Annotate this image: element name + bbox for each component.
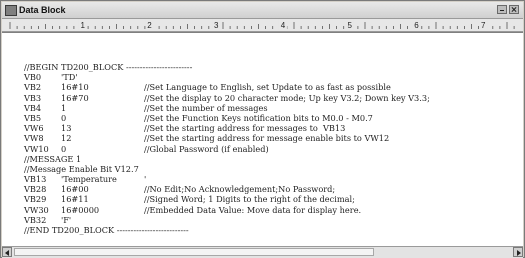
ruler-label: 2 — [147, 21, 152, 30]
code-address: VB32 — [24, 214, 47, 225]
code-address: VB5 — [24, 112, 42, 123]
code-value: 16#00 — [61, 184, 89, 195]
code-value: 13 — [61, 123, 72, 134]
code-value: 16#10 — [61, 82, 89, 93]
code-comment: //Signed Word; 1 Digits to the right of … — [144, 194, 355, 205]
scroll-right-arrow-icon[interactable] — [513, 247, 523, 257]
code-value: 16#0000 — [61, 204, 100, 215]
ruler-label: 3 — [214, 21, 219, 30]
code-comment: //Global Password (if enabled) — [144, 143, 269, 154]
code-value: 0 — [61, 112, 67, 123]
window-title: Data Block — [19, 5, 66, 15]
column-ruler: 1 2 3 4 5 6 7 — [2, 19, 523, 32]
code-comment-text: //MESSAGE 1 — [24, 153, 82, 164]
code-address: VB0 — [24, 72, 42, 83]
code-value: 'F' — [61, 214, 72, 225]
code-comment-text: //END TD200_BLOCK ----------------------… — [24, 225, 189, 235]
scrollbar-thumb[interactable] — [14, 248, 374, 256]
code-address: VB13 — [24, 174, 47, 185]
code-comment: //Set the display to 20 character mode; … — [144, 92, 430, 103]
title-bar[interactable]: Data Block — [2, 2, 523, 19]
code-address: VB3 — [24, 92, 42, 103]
ruler-label: 6 — [414, 21, 419, 30]
code-value: 12 — [61, 133, 72, 144]
code-address: VW10 — [24, 143, 49, 154]
code-value: 1 — [61, 102, 67, 113]
data-block-icon — [5, 5, 17, 16]
code-value: 16#70 — [61, 92, 89, 103]
ruler-ticks: 1 2 3 4 5 6 7 — [9, 19, 515, 30]
code-value: 16#11 — [61, 194, 89, 205]
code-comment: //Embedded Data Value: Move data for dis… — [144, 204, 362, 215]
data-block-window: Data Block 1234567 //BEGIN TD200_BLOCK -… — [0, 0, 525, 258]
scroll-left-arrow-icon[interactable] — [2, 247, 12, 257]
code-address: VB4 — [24, 102, 42, 113]
horizontal-scrollbar[interactable] — [2, 246, 523, 258]
code-address: VB2 — [24, 82, 42, 93]
code-address: VB29 — [24, 194, 47, 205]
ruler-label: 1 — [81, 21, 86, 30]
ruler-label: 4 — [281, 21, 286, 30]
ruler-label: 7 — [481, 21, 486, 30]
code-value: 0 — [61, 143, 67, 154]
code-address: VW6 — [24, 123, 44, 134]
ruler-label: 5 — [347, 21, 352, 30]
code-comment-text: //BEGIN TD200_BLOCK --------------------… — [24, 62, 193, 72]
code-address: VB28 — [24, 184, 47, 195]
close-button[interactable] — [509, 5, 519, 14]
code-comment: //Set the starting address for messages … — [144, 123, 346, 134]
minimize-button[interactable] — [497, 5, 507, 14]
code-address: VW30 — [24, 204, 49, 215]
code-comment: //Set the starting address for message e… — [144, 133, 390, 144]
code-comment-text: //Message Enable Bit V12.7 — [24, 163, 139, 174]
code-value: 'Temperature — [61, 174, 117, 185]
code-address: VW8 — [24, 133, 44, 144]
code-comment: //Set Language to English, set Update to… — [144, 82, 391, 93]
code-comment: ' — [144, 174, 147, 185]
code-comment: //Set the number of messages — [144, 102, 268, 113]
code-value: 'TD' — [61, 72, 78, 83]
code-editor[interactable]: //BEGIN TD200_BLOCK --------------------… — [2, 32, 523, 246]
code-comment: //Set the Function Keys notification bit… — [144, 112, 373, 123]
code-comment: //No Edit;No Acknowledgement;No Password… — [144, 184, 336, 195]
